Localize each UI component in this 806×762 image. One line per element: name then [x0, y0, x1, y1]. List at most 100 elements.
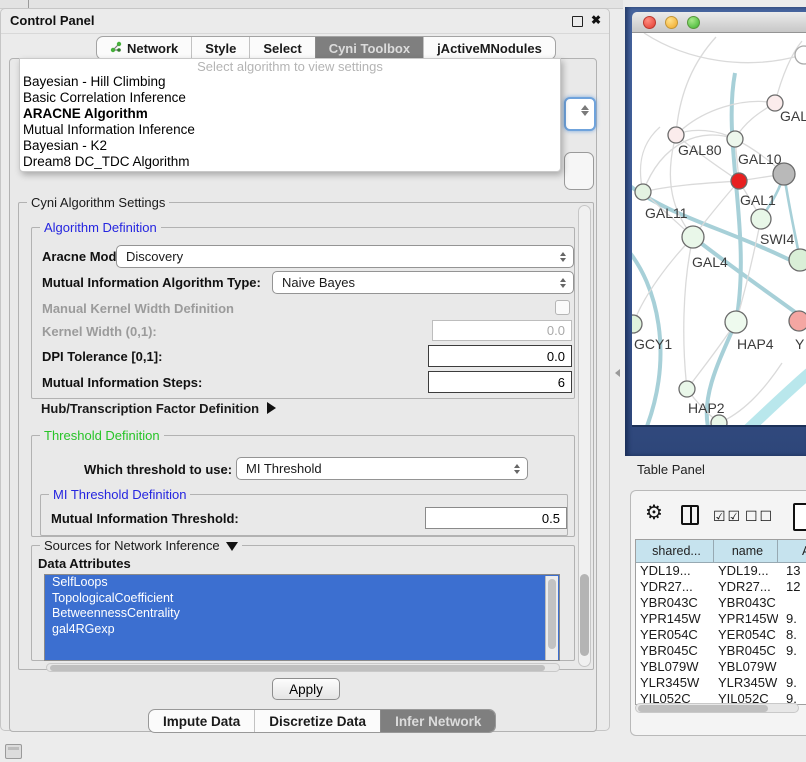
float-window-icon[interactable] — [572, 16, 583, 27]
network-node-hap4[interactable] — [725, 311, 747, 333]
tab-discretize-data[interactable]: Discretize Data — [254, 710, 380, 732]
algorithm-option[interactable]: Basic Correlation Inference — [20, 90, 560, 106]
table-cell: YLR345W — [714, 675, 778, 691]
tab-network[interactable]: Network — [97, 37, 191, 59]
apply-button[interactable]: Apply — [272, 678, 340, 700]
mi-steps-field[interactable] — [428, 371, 572, 393]
network-node-label: HAP4 — [737, 336, 774, 352]
tab-jactivemnodules[interactable]: jActiveMNodules — [423, 37, 555, 59]
attribute-list-item[interactable]: gal4RGexp — [45, 622, 559, 638]
data-attributes-list[interactable]: SelfLoopsTopologicalCoefficientBetweenne… — [44, 574, 560, 661]
data-attributes-label: Data Attributes — [38, 556, 131, 571]
network-node-gray-node[interactable] — [773, 163, 795, 185]
table-cell: YLR345W — [636, 675, 714, 691]
close-traffic-light-icon[interactable] — [643, 16, 656, 29]
document-icon[interactable] — [793, 503, 806, 531]
minimize-traffic-light-icon[interactable] — [665, 16, 678, 29]
table-cell: YBR045C — [636, 643, 714, 659]
close-icon[interactable]: ✖ — [591, 13, 601, 27]
network-node-gal10[interactable] — [727, 131, 743, 147]
scrollbar-thumb[interactable] — [580, 574, 589, 656]
table-row[interactable]: YBR045CYBR045C9. — [636, 643, 806, 659]
tab-label: Style — [205, 41, 236, 56]
column-header-name[interactable]: name — [714, 540, 778, 562]
table-row[interactable]: YER054CYER054C8. — [636, 627, 806, 643]
network-canvas[interactable]: GAL80GALGAL10GAL1GAL11SWI4GAL4GCY1HAP4YH… — [632, 33, 806, 427]
network-node-gcy1[interactable] — [632, 315, 642, 333]
list-hscrollbar[interactable] — [46, 663, 560, 672]
network-node-swi4[interactable] — [751, 209, 771, 229]
mi-algorithm-type-combo[interactable]: Naive Bayes — [272, 271, 574, 294]
network-node-label: GAL — [780, 108, 806, 124]
mi-threshold-field[interactable] — [425, 507, 567, 529]
table-cell: 9. — [778, 611, 806, 627]
algorithm-option[interactable]: Bayesian - K2 — [20, 138, 560, 154]
tab-infer-network[interactable]: Infer Network — [380, 710, 495, 732]
table-cell: YER054C — [714, 627, 778, 643]
network-node-right-green[interactable] — [789, 249, 806, 271]
tab-impute-data[interactable]: Impute Data — [149, 710, 254, 732]
panel-divider-collapse-icon[interactable] — [615, 369, 620, 377]
deselect-all-checkboxes-icon[interactable]: ☐☐ — [745, 508, 774, 525]
list-scrollbar[interactable] — [545, 576, 558, 660]
table-row[interactable]: YDR27...YDR27...12 — [636, 579, 806, 595]
algorithm-option[interactable]: Mutual Information Inference — [20, 122, 560, 138]
network-node-hap2[interactable] — [679, 381, 695, 397]
table-cell: 9. — [778, 643, 806, 659]
control-panel-window: Control Panel ✖ Network Style — [0, 8, 610, 731]
network-node-bottom-node[interactable] — [711, 415, 727, 425]
hub-definition-expander[interactable]: Hub/Transcription Factor Definition — [41, 401, 276, 416]
select-all-checkboxes-icon[interactable]: ☑☑ — [713, 508, 742, 525]
table-cell — [778, 659, 806, 675]
network-node-label: GCY1 — [634, 336, 672, 352]
mi-threshold-label: Mutual Information Threshold: — [51, 511, 239, 526]
column-header-shared-name[interactable]: shared... — [636, 540, 714, 562]
zoom-traffic-light-icon[interactable] — [687, 16, 700, 29]
network-node-gal1[interactable] — [731, 173, 747, 189]
table-row[interactable]: YBR043CYBR043C — [636, 595, 806, 611]
tab-cyni-toolbox[interactable]: Cyni Toolbox — [315, 37, 423, 59]
mi-threshold-definition-group: MI Threshold Definition Mutual Informati… — [40, 494, 568, 536]
network-node-pink-right[interactable] — [789, 311, 806, 331]
network-node-gal4[interactable] — [682, 226, 704, 248]
algorithm-selector-combo-edge[interactable] — [564, 97, 596, 131]
stepper-icon — [581, 105, 589, 116]
tab-style[interactable]: Style — [191, 37, 249, 59]
table-row[interactable]: YPR145WYPR145W9. — [636, 611, 806, 627]
column-layout-icon[interactable] — [681, 505, 699, 525]
table-hscrollbar[interactable] — [635, 703, 799, 713]
mi-algorithm-type-label: Mutual Information Algorithm Type: — [42, 275, 261, 290]
manual-kernel-width-checkbox[interactable] — [555, 300, 570, 315]
settings-scrollbar[interactable] — [578, 205, 591, 667]
attribute-list-item[interactable]: BetweennessCentrality — [45, 606, 559, 622]
network-node-gal11[interactable] — [635, 184, 651, 200]
algorithm-option[interactable]: Dream8 DC_TDC Algorithm — [20, 154, 560, 170]
network-node-label: HAP2 — [688, 400, 725, 416]
table-row[interactable]: YLR345WYLR345W9. — [636, 675, 806, 691]
network-node-gal80[interactable] — [668, 127, 684, 143]
hub-definition-label: Hub/Transcription Factor Definition — [41, 401, 259, 416]
tab-select[interactable]: Select — [249, 37, 314, 59]
gear-icon[interactable]: ⚙ — [645, 500, 663, 525]
table-row[interactable]: YDL19...YDL19...13 — [636, 563, 806, 579]
tab-label: jActiveMNodules — [437, 41, 542, 56]
attribute-list-item[interactable]: SelfLoops — [45, 575, 559, 591]
tab-label: Discretize Data — [269, 714, 366, 729]
dpi-tolerance-field[interactable] — [428, 345, 572, 367]
network-window-titlebar[interactable] — [632, 12, 806, 33]
tab-label: Cyni Toolbox — [329, 41, 410, 56]
attribute-list-item[interactable]: TopologicalCoefficient — [45, 591, 559, 607]
table-row[interactable]: YBL079WYBL079W — [636, 659, 806, 675]
table-body: YDL19...YDL19...13YDR27...YDR27...12YBR0… — [636, 563, 806, 704]
algorithm-option[interactable]: ARACNE Algorithm — [20, 106, 560, 122]
algorithm-option[interactable]: Bayesian - Hill Climbing — [20, 74, 560, 90]
kernel-width-field[interactable] — [432, 320, 572, 341]
group-title[interactable]: Sources for Network Inference — [40, 538, 242, 553]
network-node-label: GAL4 — [692, 254, 728, 270]
column-header-partial[interactable]: A — [778, 540, 806, 562]
aracne-mode-combo[interactable]: Discovery — [116, 245, 574, 268]
minimized-panel-icon[interactable] — [5, 744, 22, 759]
hidden-combo-edge[interactable] — [564, 152, 594, 190]
threshold-definition-group: Threshold Definition Which threshold to … — [31, 435, 575, 537]
which-threshold-combo[interactable]: MI Threshold — [236, 457, 528, 480]
